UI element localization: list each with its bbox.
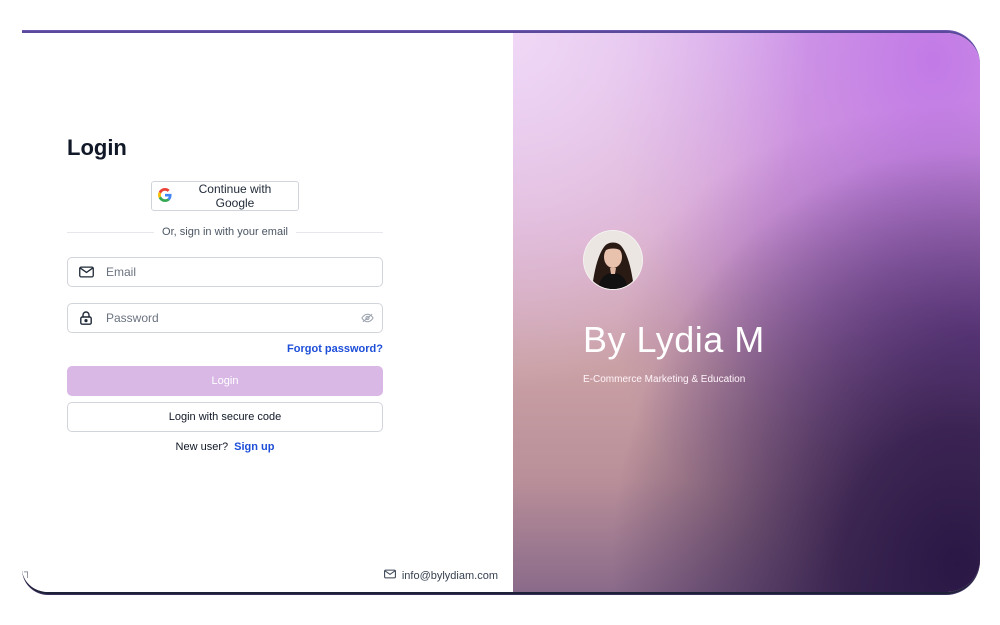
mail-icon	[383, 569, 396, 582]
brand-panel: By Lydia M E-Commerce Marketing & Educat…	[513, 33, 980, 592]
brand-tagline: E-Commerce Marketing & Education	[583, 374, 746, 385]
avatar	[583, 230, 643, 290]
edge-mark: ┐	[24, 567, 32, 578]
eye-off-icon[interactable]	[352, 313, 382, 323]
lock-icon	[68, 311, 104, 325]
google-icon	[158, 187, 172, 205]
email-field-wrapper	[67, 257, 383, 287]
mail-icon	[68, 266, 104, 278]
google-button-label: Continue with Google	[198, 182, 272, 210]
new-user-text: New user?	[175, 441, 229, 453]
contact-email[interactable]: info@bylydiam.com	[383, 569, 498, 582]
password-field[interactable]	[104, 310, 352, 326]
divider-line-left	[67, 231, 155, 233]
login-secure-code-button[interactable]: Login with secure code	[67, 402, 383, 432]
sign-up-link[interactable]: Sign up	[234, 441, 274, 453]
signup-prompt: New user? Sign up	[67, 441, 383, 453]
login-window: Login Continue with Google Or, sign in w…	[22, 31, 980, 594]
login-button[interactable]: Login	[67, 366, 383, 396]
divider-line-right	[295, 231, 383, 233]
divider-text: Or, sign in with your email	[162, 226, 288, 238]
contact-email-text: info@bylydiam.com	[401, 569, 498, 582]
email-field[interactable]	[104, 264, 382, 280]
login-panel: Login Continue with Google Or, sign in w…	[22, 33, 513, 592]
brand-name: By Lydia M	[583, 319, 765, 360]
password-field-wrapper	[67, 303, 383, 333]
page-title: Login	[67, 135, 127, 160]
forgot-password-link[interactable]: Forgot password?	[287, 343, 383, 355]
google-signin-button[interactable]: Continue with Google	[151, 181, 299, 211]
divider: Or, sign in with your email	[67, 224, 383, 240]
